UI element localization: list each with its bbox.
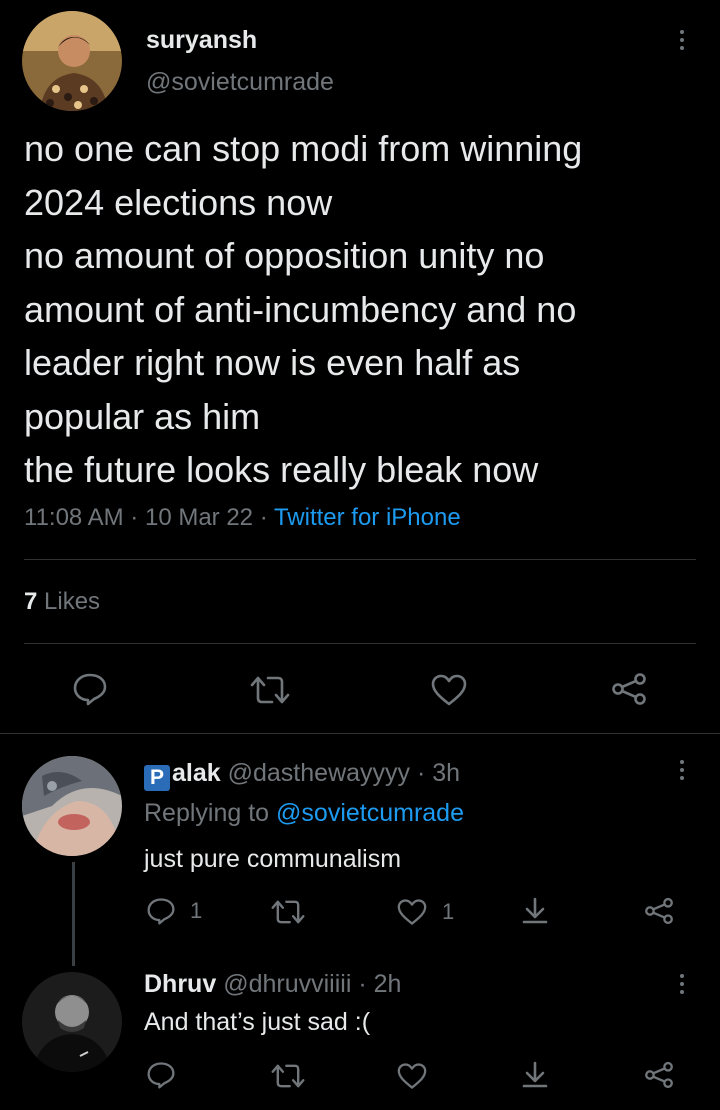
divider [24,643,696,644]
retweet-icon [271,900,305,924]
reply-author-handle[interactable]: @dasthewayyyy [228,759,410,787]
replying-prefix: Replying to [144,799,270,827]
reply-button[interactable] [146,1061,176,1089]
reply-avatar[interactable] [22,756,122,856]
reply-header: Palak @dasthewayyyy · 3h [144,759,460,791]
tweet-line: 2024 elections now [24,181,333,223]
retweet-button[interactable] [271,1062,305,1090]
more-icon[interactable] [670,758,694,782]
share-button[interactable] [643,1061,675,1089]
retweet-icon [271,1064,305,1088]
heart-icon [397,1063,427,1089]
replying-to-link[interactable]: @sovietcumrade [276,799,464,827]
share-icon [645,1061,673,1089]
download-icon [522,1061,548,1088]
meta-separator: · [358,970,367,998]
reply-count: 1 [190,898,203,923]
reply-icon [147,898,175,925]
reply-avatar[interactable] [22,972,122,1072]
author-handle[interactable]: @sovietcumrade [146,68,334,97]
name-badge: P [144,765,170,791]
tweet-line: amount of anti-incumbency and no [24,288,577,330]
divider [0,733,720,734]
share-icon [612,673,646,705]
reply-age[interactable]: 3h [432,759,460,787]
reply-author-name[interactable]: alak [172,759,221,787]
tweet-source-link[interactable]: Twitter for iPhone [274,504,461,531]
share-icon [645,897,673,925]
reply-button[interactable] [72,672,108,706]
author-avatar[interactable] [22,11,122,111]
reply-author-handle[interactable]: @dhruvviiiii [223,970,351,998]
tweet-line: popular as him [24,395,261,437]
likes-count: 7 [24,588,38,615]
reply-age[interactable]: 2h [374,970,402,998]
retweet-button[interactable] [250,674,290,706]
heart-icon [397,899,427,925]
meta-separator: · [130,504,139,531]
share-button[interactable] [643,897,675,925]
download-button[interactable] [520,1060,550,1090]
author-name[interactable]: suryansh [146,26,257,55]
tweet-line: leader right now is even half as [24,342,521,383]
divider [24,559,696,560]
download-icon [522,897,548,924]
reply-button[interactable]: 1 [146,897,202,925]
tweet-date[interactable]: 10 Mar 22 [145,504,253,531]
reply-icon [73,673,107,706]
replying-to: Replying to @sovietcumrade [144,799,464,828]
tweet-line: no one can stop modi from winning [24,128,583,169]
likes-count-link[interactable]: 7 Likes [24,588,100,616]
like-button[interactable]: 1 [396,898,454,926]
reply-author-name[interactable]: Dhruv [144,970,216,998]
reply-header: Dhruv @dhruvviiiii · 2h [144,970,401,999]
meta-separator: · [259,504,268,531]
like-button[interactable] [396,1062,428,1090]
tweet-meta: 11:08 AM · 10 Mar 22 · Twitter for iPhon… [24,504,461,532]
more-icon[interactable] [670,972,694,996]
tweet-line: the future looks really bleak now [24,449,539,490]
heart-icon [431,674,467,706]
likes-label: Likes [44,588,101,615]
tweet-line: no amount of opposition unity no [24,235,545,276]
like-count: 1 [442,899,455,924]
retweet-icon [250,676,290,704]
thread-line [72,862,75,966]
tweet-text: no one can stop modi from winning 2024 e… [24,122,704,497]
like-button[interactable] [430,673,468,707]
meta-separator: · [416,759,426,787]
download-button[interactable] [520,896,550,926]
tweet-time[interactable]: 11:08 AM [24,504,124,531]
reply-icon [147,1062,175,1089]
share-button[interactable] [610,672,648,706]
more-icon[interactable] [670,28,694,52]
reply-text: And that’s just sad :( [144,1008,371,1036]
retweet-button[interactable] [271,898,305,926]
reply-text: just pure communalism [144,845,402,873]
